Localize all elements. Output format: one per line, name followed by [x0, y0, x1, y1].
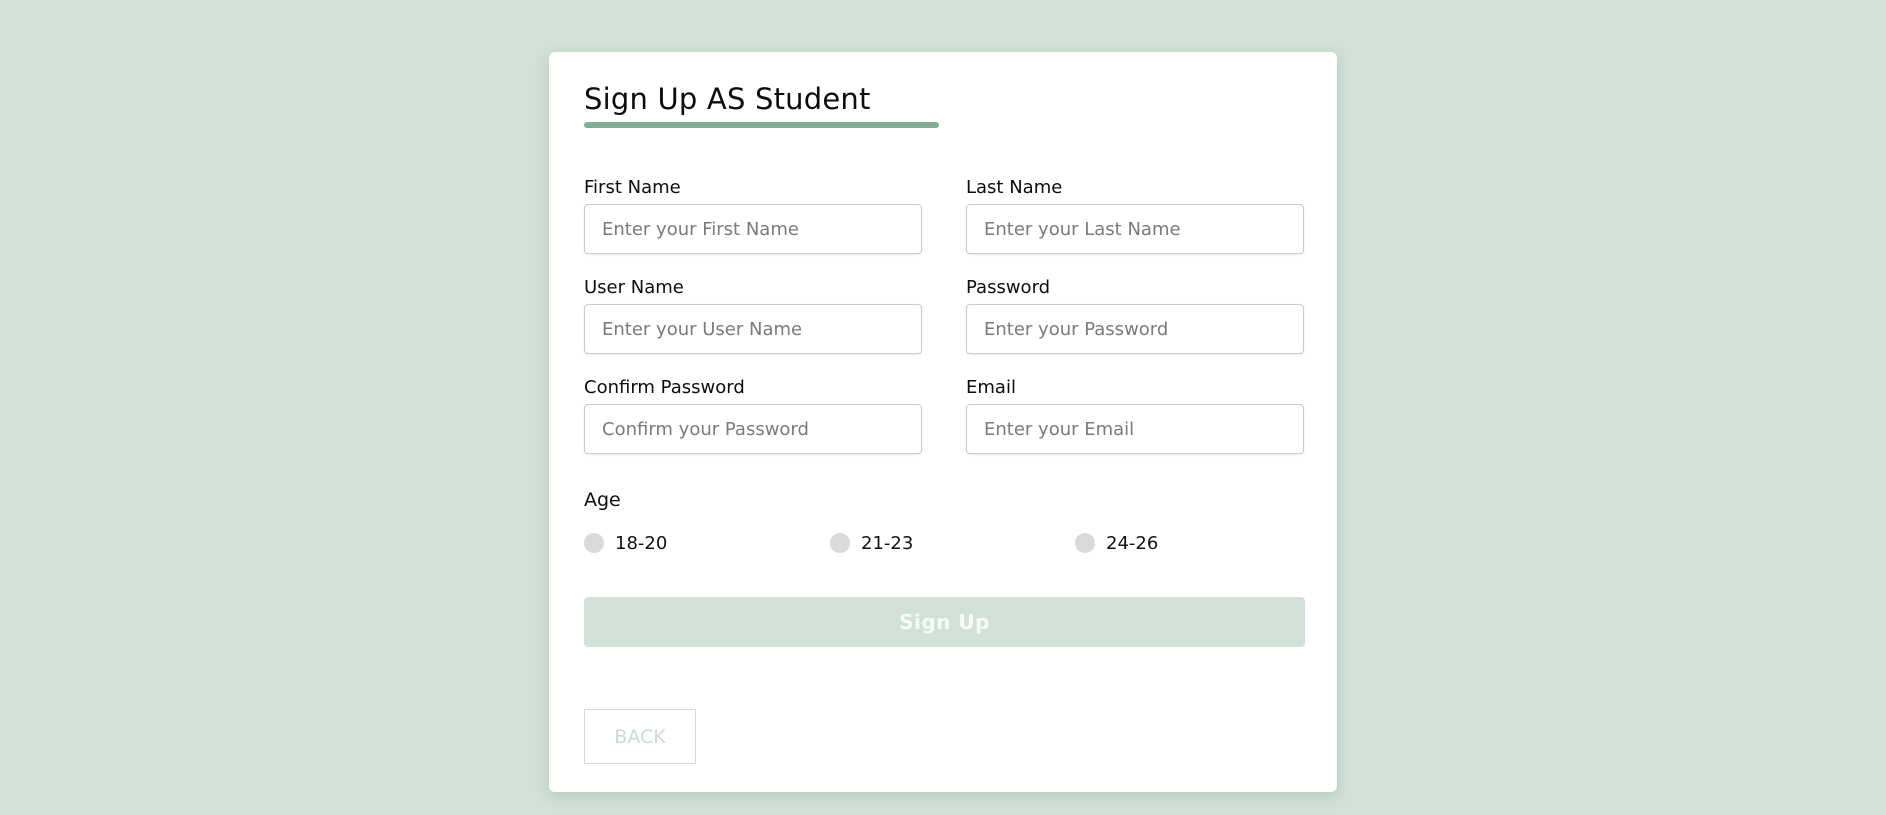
signup-card: Sign Up AS Student First Name Last Name … [549, 52, 1337, 792]
last-name-label: Last Name [966, 177, 1063, 198]
last-name-field: Last Name [966, 176, 1304, 254]
confirm-password-field: Confirm Password [584, 376, 922, 454]
first-name-input[interactable] [584, 204, 922, 254]
age-option-21-23[interactable]: 21-23 [830, 530, 913, 556]
first-name-field: First Name [584, 176, 922, 254]
email-input[interactable] [966, 404, 1304, 454]
radio-button[interactable] [1075, 533, 1095, 553]
back-button[interactable]: BACK [584, 709, 696, 764]
age-option-label: 21-23 [861, 532, 914, 554]
sign-up-button[interactable]: Sign Up [584, 597, 1305, 647]
email-label: Email [966, 377, 1016, 398]
email-field: Email [966, 376, 1304, 454]
page-title: Sign Up AS Student [584, 82, 871, 116]
user-name-field: User Name [584, 276, 922, 354]
first-name-label: First Name [584, 177, 681, 198]
radio-button[interactable] [584, 533, 604, 553]
user-name-label: User Name [584, 277, 684, 298]
confirm-password-label: Confirm Password [584, 377, 745, 398]
password-field: Password [966, 276, 1304, 354]
age-option-label: 24-26 [1106, 532, 1159, 554]
age-label: Age [584, 489, 621, 511]
last-name-input[interactable] [966, 204, 1304, 254]
password-input[interactable] [966, 304, 1304, 354]
user-name-input[interactable] [584, 304, 922, 354]
age-option-18-20[interactable]: 18-20 [584, 530, 667, 556]
title-underline [584, 122, 939, 128]
age-option-label: 18-20 [615, 532, 668, 554]
confirm-password-input[interactable] [584, 404, 922, 454]
password-label: Password [966, 277, 1051, 298]
age-option-24-26[interactable]: 24-26 [1075, 530, 1158, 556]
radio-button[interactable] [830, 533, 850, 553]
